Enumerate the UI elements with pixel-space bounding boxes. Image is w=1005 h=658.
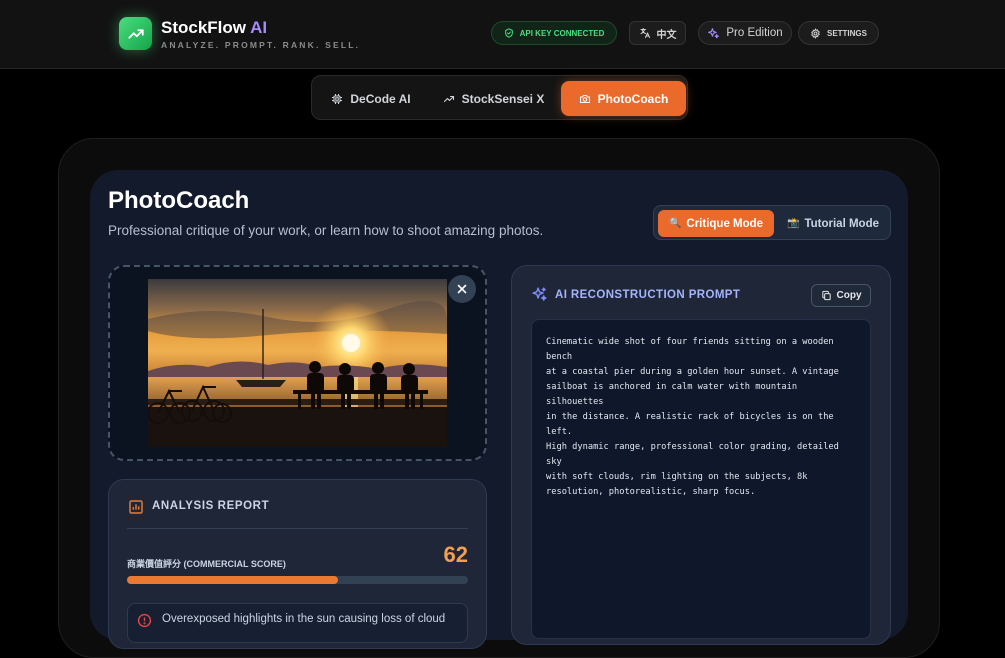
main-tabs: DeCode AI StockSensei X PhotoCoach <box>311 75 688 120</box>
close-icon <box>457 284 467 294</box>
critique-mode-button[interactable]: 🔍 Critique Mode <box>658 210 774 237</box>
pro-edition-label: Pro Edition <box>726 27 783 39</box>
tab-decode-ai[interactable]: DeCode AI <box>322 81 420 116</box>
language-label: 中文 <box>656 29 677 41</box>
tab-photocoach[interactable]: PhotoCoach <box>561 81 686 116</box>
copy-label: Copy <box>836 290 862 301</box>
commercial-score-value: 62 <box>443 542 468 567</box>
copy-button[interactable]: Copy <box>811 284 871 307</box>
tab-decode-ai-label: DeCode AI <box>350 91 411 106</box>
settings-label: SETTINGS <box>826 28 867 38</box>
api-status-label: API KEY CONNECTED <box>519 28 605 38</box>
trending-up-icon <box>127 28 144 39</box>
app-logo <box>119 17 152 50</box>
page-subtitle: Professional critique of your work, or l… <box>108 223 544 238</box>
tab-photocoach-label: PhotoCoach <box>597 91 669 106</box>
language-button[interactable]: 中文 <box>629 21 686 45</box>
settings-button[interactable]: SETTINGS <box>798 21 879 45</box>
critique-mode-label: Critique Mode <box>686 217 764 230</box>
brand-main: StockFlow <box>161 18 247 37</box>
pro-edition-button[interactable]: Pro Edition <box>698 21 792 45</box>
tagline: ANALYZE. PROMPT. RANK. SELL. <box>161 40 361 50</box>
trending-up-icon <box>443 95 454 102</box>
brand-ai: AI <box>246 18 268 37</box>
translate-icon <box>640 28 650 38</box>
ai-prompt-text[interactable]: Cinematic wide shot of four friends sitt… <box>531 319 871 639</box>
tab-stocksensei-x[interactable]: StockSensei X <box>437 81 550 116</box>
camera-flash-icon: 📸 <box>787 218 800 229</box>
tutorial-mode-button[interactable]: 📸 Tutorial Mode <box>778 210 888 237</box>
issue-item: Overexposed highlights in the sun causin… <box>127 603 468 643</box>
remove-image-button[interactable] <box>448 275 476 303</box>
uploaded-photo <box>148 279 447 447</box>
sparkles-icon <box>708 27 720 38</box>
tutorial-mode-label: Tutorial Mode <box>804 217 879 230</box>
copy-icon <box>821 290 831 301</box>
commercial-score-bar-fill <box>127 576 339 584</box>
api-status-badge: API KEY CONNECTED <box>491 21 617 45</box>
ai-prompt-title: AI RECONSTRUCTION PROMPT <box>555 289 741 301</box>
bar-chart-icon <box>128 499 144 520</box>
issue-text: Overexposed highlights in the sun causin… <box>162 613 446 625</box>
sparkles-icon <box>531 286 548 308</box>
shield-check-icon <box>504 28 513 38</box>
brand-name: StockFlow AI <box>161 18 267 38</box>
commercial-score-bar <box>127 576 468 584</box>
gear-icon <box>811 27 820 39</box>
report-divider <box>127 528 468 529</box>
alert-circle-icon <box>137 613 152 633</box>
mode-switch: 🔍 Critique Mode 📸 Tutorial Mode <box>653 205 891 240</box>
magnifier-icon: 🔍 <box>668 218 682 229</box>
commercial-score-label: 商業價值評分 (COMMERCIAL SCORE) <box>127 559 286 569</box>
chip-icon <box>332 93 343 104</box>
tab-stocksensei-x-label: StockSensei X <box>461 91 545 106</box>
page-title: PhotoCoach <box>108 187 250 214</box>
camera-icon <box>579 94 590 103</box>
analysis-report-title: ANALYSIS REPORT <box>152 500 270 512</box>
